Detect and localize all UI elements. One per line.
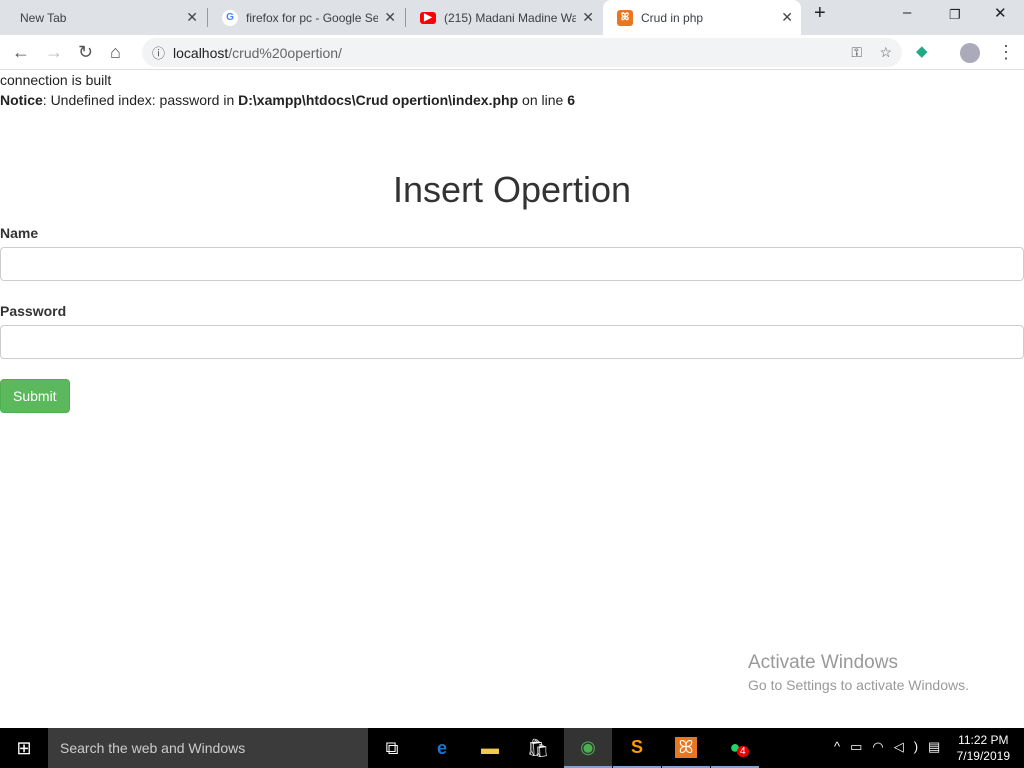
close-tab-icon[interactable]: ✕ [186, 9, 198, 26]
watermark-subtitle: Go to Settings to activate Windows. [748, 677, 969, 693]
youtube-icon: ▶ [420, 11, 436, 24]
address-bar[interactable]: ⓘ localhost/crud%20opertion/ ⚿ ☆ [142, 38, 902, 67]
info-icon: ⓘ [152, 46, 166, 61]
chrome-icon[interactable]: ◉ [564, 728, 612, 768]
google-icon: G [222, 9, 238, 26]
tab-strip: New Tab ✕ Gfirefox for pc - Google Se ✕ ▶(… [0, 0, 1024, 35]
avatar[interactable] [960, 43, 980, 63]
system-tray-icons[interactable]: ^▭◠◁)▤ [834, 739, 950, 755]
new-tab-button[interactable]: + [814, 2, 826, 25]
restore-button[interactable]: ❐ [949, 7, 961, 23]
xampp-taskbar-icon[interactable]: ꕤ [662, 728, 710, 768]
notice-on-line: on line [518, 92, 568, 108]
time: 11:22 PM [958, 733, 1009, 747]
close-tab-icon[interactable]: ✕ [781, 9, 793, 26]
connection-message: connection is built [0, 72, 112, 88]
password-input[interactable] [0, 325, 1024, 359]
back-button[interactable]: ← [12, 42, 30, 63]
name-input[interactable] [0, 247, 1024, 281]
task-view-icon[interactable]: ⧉ [368, 728, 416, 768]
minimize-button[interactable]: – [903, 4, 911, 21]
extension-icon[interactable]: ◆ [916, 42, 928, 60]
url-host: localhost [173, 44, 229, 61]
star-icon[interactable]: ☆ [879, 44, 892, 61]
taskbar-search[interactable]: Search the web and Windows [48, 728, 368, 768]
browser-toolbar: ← → ↻ ⌂ ⓘ localhost/crud%20opertion/ ⚿ ☆… [0, 35, 1024, 70]
whatsapp-icon[interactable]: ● 4 [711, 728, 759, 768]
xampp-icon: ꕤ [617, 9, 633, 26]
activate-windows-watermark: Activate Windows Go to Settings to activ… [748, 652, 969, 693]
file-explorer-icon[interactable]: ▬ [466, 728, 514, 768]
forward-button[interactable]: → [45, 42, 63, 63]
home-button[interactable]: ⌂ [110, 42, 121, 63]
notice-text: : Undefined index: password in [42, 92, 239, 108]
tab-google[interactable]: Gfirefox for pc - Google Se ✕ [208, 0, 404, 35]
url-path: /crud%20opertion/ [228, 44, 342, 61]
store-icon[interactable]: 🛍 [514, 728, 562, 768]
notice-path: D:\xampp\htdocs\Crud opertion\index.php [238, 92, 519, 108]
php-notice: Notice: Undefined index: password in D:\… [0, 90, 1024, 110]
start-button[interactable]: ⊞ [0, 728, 48, 768]
close-tab-icon[interactable]: ✕ [582, 9, 594, 26]
notice-label: Notice [0, 92, 43, 108]
tab-youtube[interactable]: ▶ (215) Madani Madine Wa ✕ [406, 0, 602, 35]
reload-button[interactable]: ↻ [78, 42, 93, 63]
page-title: Insert Opertion [392, 169, 632, 210]
watermark-title: Activate Windows [748, 652, 898, 673]
edge-icon[interactable]: e [418, 728, 466, 768]
key-icon[interactable]: ⚿ [851, 44, 862, 61]
clock[interactable]: 11:22 PM 7/19/2019 [957, 732, 1010, 764]
search-placeholder: Search the web and Windows [60, 740, 246, 756]
taskbar: ⊞ Search the web and Windows ⧉ e ▬ 🛍 ◉ S… [0, 728, 1024, 768]
tab-new-tab[interactable]: New Tab ✕ [6, 0, 206, 35]
password-label: Password [0, 303, 67, 319]
name-label: Name [0, 225, 39, 241]
submit-button[interactable]: Submit [0, 379, 70, 413]
close-tab-icon[interactable]: ✕ [384, 9, 396, 26]
close-window-button[interactable]: ✕ [994, 4, 1007, 22]
date: 7/19/2019 [956, 749, 1010, 763]
menu-icon[interactable]: ⋮ [997, 42, 1015, 63]
tab-crud-in-php[interactable]: ꕤ Crud in php ✕ [603, 0, 801, 35]
notice-line-number: 6 [567, 92, 575, 108]
notification-badge: 4 [737, 746, 749, 757]
sublime-text-icon[interactable]: S [613, 728, 661, 768]
page-content: connection is built Notice: Undefined in… [0, 70, 1024, 413]
